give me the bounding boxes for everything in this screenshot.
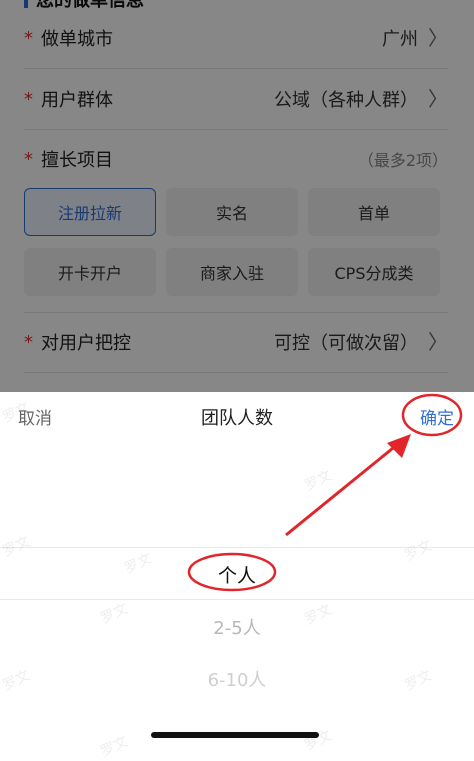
modal-overlay[interactable] [0,0,474,392]
picker-header: 取消 团队人数 确定 [0,392,474,440]
team-size-picker-sheet: 取消 团队人数 确定 个人 2-5人 6-10人 [0,392,474,752]
confirm-button[interactable]: 确定 [420,404,454,429]
picker-option[interactable]: 2-5人 [0,614,474,640]
home-indicator[interactable] [151,732,319,738]
picker-option-selected[interactable]: 个人 [0,561,474,588]
picker-title: 团队人数 [201,408,273,429]
picker-selection-line-bottom [0,599,474,600]
